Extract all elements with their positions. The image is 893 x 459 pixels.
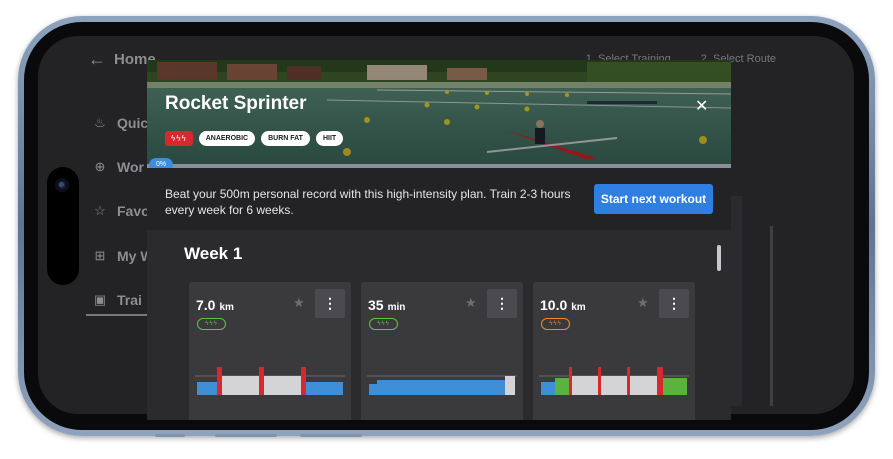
- flame-icon: ♨: [94, 115, 106, 130]
- tag-chip: BURN FAT: [261, 131, 310, 146]
- camera-icon: [55, 178, 69, 192]
- segment: [627, 367, 630, 395]
- workout-profile-chart: [367, 375, 517, 395]
- segment: [505, 376, 515, 395]
- volume-button: [215, 434, 277, 437]
- nav-item-my-workouts[interactable]: ⊞ My W: [93, 248, 154, 264]
- segment: [541, 382, 555, 395]
- dumbbell-icon: ⊕: [94, 159, 106, 174]
- nav-item-training[interactable]: ▣ Trai: [93, 292, 142, 308]
- nav-label: Quic: [117, 115, 149, 131]
- training-plan-modal: Rocket Sprinter ✕ ϟϟϟ ANAEROBIC BURN FAT…: [147, 60, 731, 420]
- workout-card[interactable]: 10.0 km ★ ⋮ ϟϟϟ: [533, 282, 695, 420]
- plan-description: Beat your 500m personal record with this…: [165, 187, 571, 217]
- more-options-button[interactable]: ⋮: [659, 289, 689, 318]
- back-arrow-icon: ←: [88, 49, 106, 69]
- back-home-button[interactable]: ← Home: [88, 49, 156, 70]
- camera-cutout: [47, 167, 79, 285]
- grid-icon: ⊞: [94, 248, 106, 263]
- workout-card[interactable]: 7.0 km ★ ⋮ ϟϟϟ: [189, 282, 351, 420]
- workout-card[interactable]: 35 min ★ ⋮ ϟϟϟ: [361, 282, 523, 420]
- scrollbar[interactable]: [717, 245, 721, 271]
- workout-distance: 7.0 km: [196, 297, 234, 313]
- nav-active-indicator: [86, 314, 156, 316]
- intensity-badge: ϟϟϟ: [541, 318, 570, 330]
- segment: [264, 376, 301, 395]
- segment: [663, 378, 687, 395]
- star-icon[interactable]: ★: [637, 295, 649, 311]
- background-card: [730, 196, 742, 406]
- segment: [306, 382, 343, 395]
- segment: [555, 378, 569, 395]
- star-icon[interactable]: ★: [465, 295, 477, 311]
- star-icon: ☆: [94, 203, 106, 218]
- segment: [572, 376, 598, 395]
- segment: [197, 382, 217, 395]
- intensity-badge: ϟϟϟ: [197, 318, 226, 330]
- segment: [259, 367, 264, 395]
- start-next-workout-button[interactable]: Start next workout: [594, 184, 713, 214]
- week-section: Week 1 7.0 km ★ ⋮ ϟϟϟ 35 min ★ ⋮ ϟϟϟ 10.…: [147, 230, 731, 420]
- segment: [598, 367, 601, 395]
- segment: [377, 380, 505, 395]
- segment: [222, 376, 259, 395]
- segment: [657, 367, 663, 395]
- segment: [369, 384, 377, 395]
- segment: [601, 376, 627, 395]
- volume-button: [155, 434, 185, 437]
- background-scrollbar: [770, 226, 773, 406]
- workout-profile-chart: [195, 367, 345, 395]
- segment: [630, 376, 657, 395]
- volume-button: [300, 434, 362, 437]
- segment: [217, 367, 222, 395]
- more-options-button[interactable]: ⋮: [487, 289, 517, 318]
- nav-item-quick[interactable]: ♨ Quic: [93, 115, 148, 131]
- nav-label: Favo: [117, 203, 150, 219]
- hero-banner: Rocket Sprinter ✕ ϟϟϟ ANAEROBIC BURN FAT…: [147, 60, 731, 168]
- nav-label: Trai: [117, 292, 142, 308]
- workout-profile-chart: [539, 367, 689, 395]
- tag-chip: ANAEROBIC: [198, 131, 256, 146]
- plan-title: Rocket Sprinter: [165, 93, 307, 114]
- segment: [569, 367, 572, 395]
- workout-distance: 10.0 km: [540, 297, 586, 313]
- more-options-button[interactable]: ⋮: [315, 289, 345, 318]
- tag-chip: HIIT: [315, 131, 344, 146]
- calendar-icon: ▣: [93, 292, 107, 307]
- segment: [301, 367, 306, 395]
- nav-label: Wor: [117, 159, 144, 175]
- nav-item-workouts[interactable]: ⊕ Wor: [93, 159, 144, 175]
- workout-duration: 35 min: [368, 297, 406, 313]
- plan-tags: ϟϟϟ ANAEROBIC BURN FAT HIIT: [165, 131, 344, 146]
- week-title: Week 1: [184, 244, 243, 263]
- close-icon[interactable]: ✕: [695, 96, 708, 116]
- nav-item-favorites[interactable]: ☆ Favo: [93, 203, 150, 219]
- intensity-badge: ϟϟϟ: [369, 318, 398, 330]
- plan-description-row: Beat your 500m personal record with this…: [147, 168, 731, 230]
- star-icon[interactable]: ★: [293, 295, 305, 311]
- intensity-badge: ϟϟϟ: [165, 131, 193, 146]
